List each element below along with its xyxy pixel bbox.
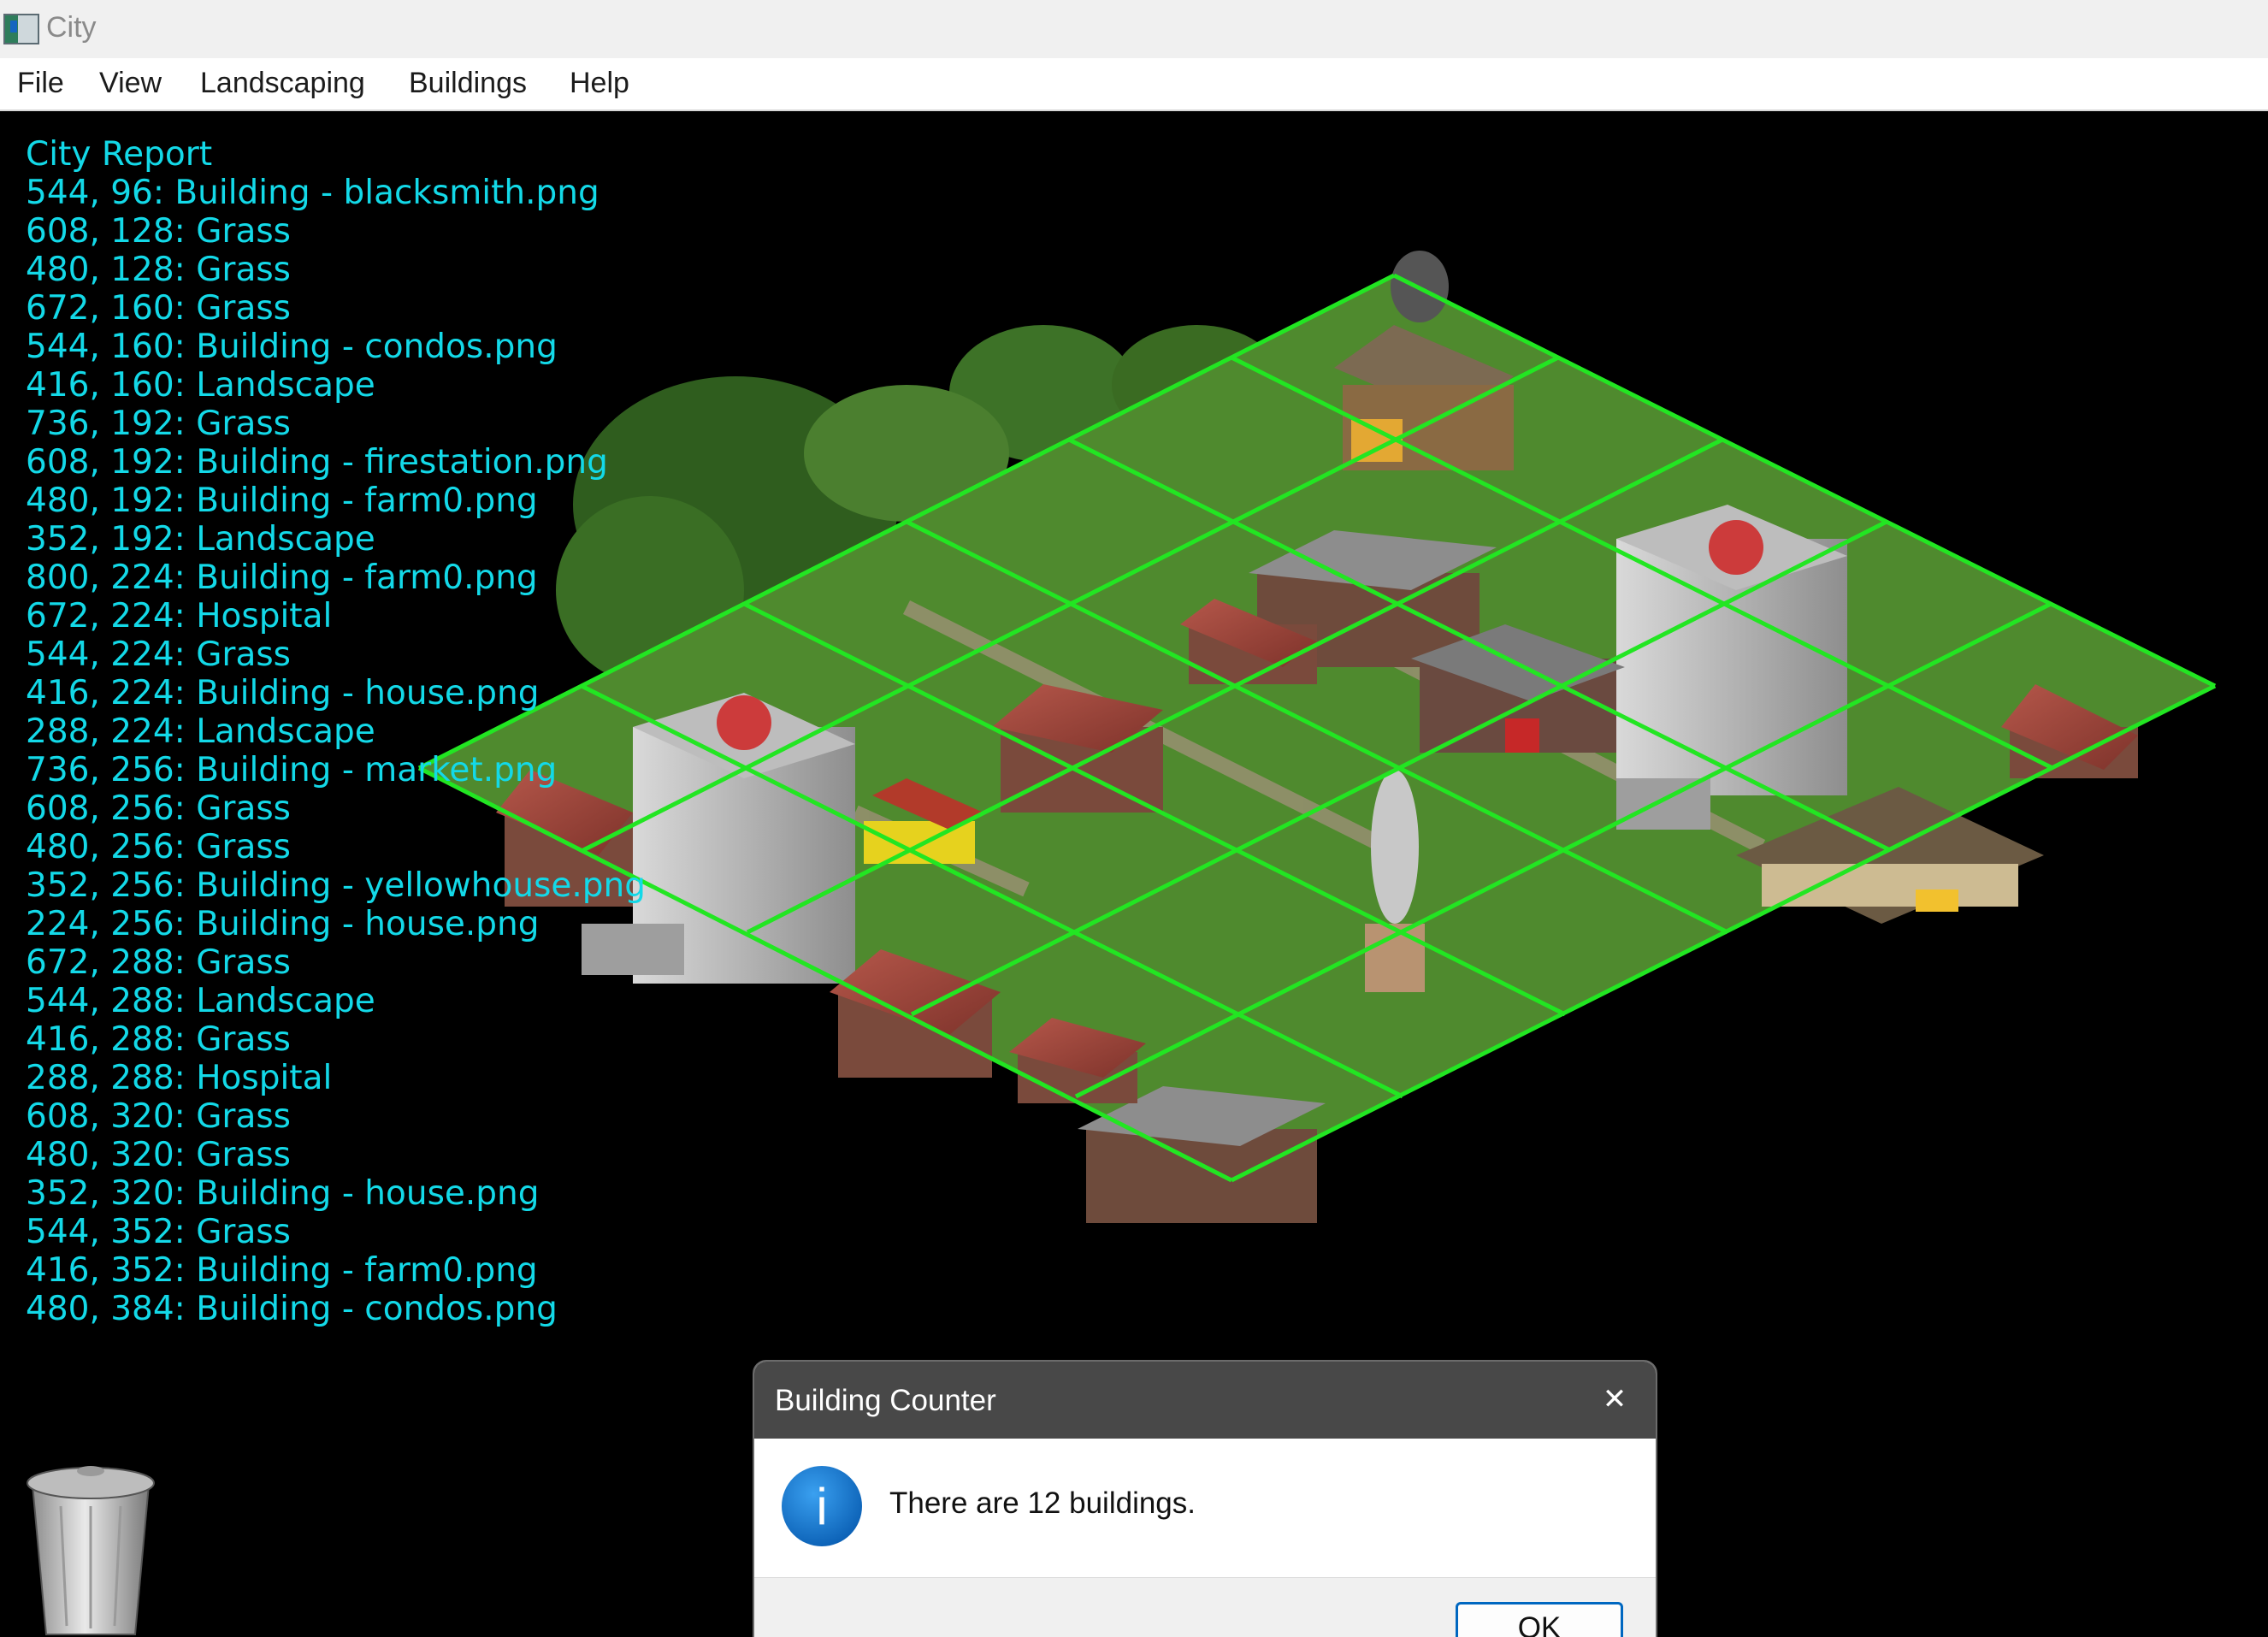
report-line: 800, 224: Building - farm0.png xyxy=(26,558,538,597)
condos-building[interactable] xyxy=(1616,505,1847,830)
dialog-body: i There are 12 buildings. xyxy=(754,1439,1656,1577)
report-line: 608, 320: Grass xyxy=(26,1097,292,1136)
window-title: City xyxy=(46,11,97,44)
close-icon[interactable]: ✕ xyxy=(1598,1382,1632,1416)
report-line: 544, 160: Building - condos.png xyxy=(26,328,558,366)
menu-buildings[interactable]: Buildings xyxy=(409,67,527,100)
report-line: 672, 160: Grass xyxy=(26,289,292,328)
report-line: 416, 352: Building - farm0.png xyxy=(26,1251,538,1290)
report-line: 352, 320: Building - house.png xyxy=(26,1174,540,1213)
report-line: 544, 224: Grass xyxy=(26,635,292,674)
report-line: 288, 224: Landscape xyxy=(26,712,375,751)
report-line: 672, 288: Grass xyxy=(26,943,292,982)
info-icon: i xyxy=(782,1466,862,1546)
building-counter-dialog: Building Counter ✕ i There are 12 buildi… xyxy=(753,1360,1657,1637)
report-line: 288, 288: Hospital xyxy=(26,1059,333,1097)
menu-view[interactable]: View xyxy=(99,67,162,100)
report-line: 352, 256: Building - yellowhouse.png xyxy=(26,866,647,905)
menu-bar: File View Landscaping Buildings Help xyxy=(0,58,2268,111)
report-line: 416, 160: Landscape xyxy=(26,366,375,405)
dialog-message: There are 12 buildings. xyxy=(889,1486,1196,1520)
trash-can-icon[interactable] xyxy=(22,1459,159,1637)
report-title: City Report xyxy=(26,135,213,174)
report-line: 544, 96: Building - blacksmith.png xyxy=(26,174,599,212)
report-line: 736, 192: Grass xyxy=(26,405,292,443)
city-report: City Report 544, 96: Building - blacksmi… xyxy=(26,135,646,1328)
report-line: 480, 128: Grass xyxy=(26,251,292,289)
report-line: 416, 288: Grass xyxy=(26,1020,292,1059)
menu-file[interactable]: File xyxy=(17,67,64,100)
report-line: 544, 352: Grass xyxy=(26,1213,292,1251)
dialog-footer: OK xyxy=(754,1577,1656,1637)
report-line: 480, 384: Building - condos.png xyxy=(26,1290,558,1328)
report-line: 672, 224: Hospital xyxy=(26,597,333,635)
title-bar: City xyxy=(0,0,2268,58)
report-line: 352, 192: Landscape xyxy=(26,520,375,558)
dialog-title: Building Counter xyxy=(775,1384,996,1417)
svg-text:i: i xyxy=(816,1478,827,1535)
report-line: 544, 288: Landscape xyxy=(26,982,375,1020)
ok-button[interactable]: OK xyxy=(1456,1602,1623,1637)
report-line: 480, 192: Building - farm0.png xyxy=(26,482,538,520)
menu-landscaping[interactable]: Landscaping xyxy=(200,67,365,100)
report-line: 480, 320: Grass xyxy=(26,1136,292,1174)
report-line: 416, 224: Building - house.png xyxy=(26,674,540,712)
report-line: 736, 256: Building - market.png xyxy=(26,751,558,789)
report-line: 608, 128: Grass xyxy=(26,212,292,251)
menu-help[interactable]: Help xyxy=(570,67,629,100)
city-canvas[interactable]: City Report 544, 96: Building - blacksmi… xyxy=(0,111,2268,1637)
dialog-header: Building Counter ✕ xyxy=(754,1362,1656,1439)
report-line: 608, 192: Building - firestation.png xyxy=(26,443,608,482)
report-line: 480, 256: Grass xyxy=(26,828,292,866)
report-line: 224, 256: Building - house.png xyxy=(26,905,540,943)
report-line: 608, 256: Grass xyxy=(26,789,292,828)
app-icon xyxy=(3,14,39,44)
